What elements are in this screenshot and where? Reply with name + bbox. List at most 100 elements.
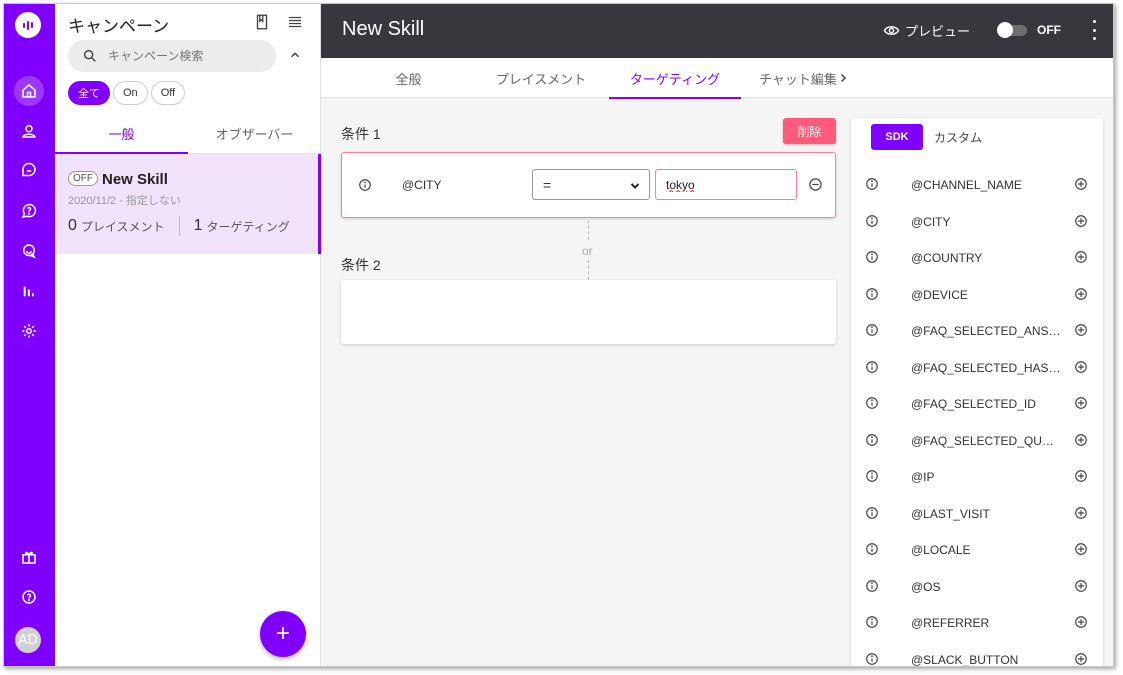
variable-row[interactable]: @LOCALE xyxy=(851,532,1103,568)
variable-row[interactable]: @CHANNEL_NAME xyxy=(851,167,1103,203)
variable-row[interactable]: @DEVICE xyxy=(851,277,1103,313)
chat-icon[interactable] xyxy=(16,158,42,184)
chevron-up-icon[interactable] xyxy=(288,48,302,62)
variable-row[interactable]: @FAQ_SELECTED_ANSW... xyxy=(851,313,1103,349)
variable-row[interactable]: @FAQ_SELECTED_ID xyxy=(851,386,1103,422)
filter-off[interactable]: Off xyxy=(150,81,186,105)
tab-overview[interactable]: 全般 xyxy=(361,58,456,98)
placements-label: プレイスメント xyxy=(80,219,165,234)
tab-observer[interactable]: オブザーバー xyxy=(188,114,321,153)
operator-select[interactable]: = xyxy=(532,169,650,200)
add-variable-icon[interactable] xyxy=(1074,360,1088,374)
info-icon[interactable] xyxy=(865,287,879,301)
chevron-right-icon[interactable] xyxy=(837,72,849,84)
tab-sdk[interactable]: SDK xyxy=(871,124,923,150)
add-variable-icon[interactable] xyxy=(1074,652,1088,666)
info-icon[interactable] xyxy=(865,177,879,191)
info-icon[interactable] xyxy=(865,214,879,228)
campaign-tabs: 一般 オブザーバー xyxy=(55,114,321,154)
more-menu-icon[interactable] xyxy=(1091,20,1097,40)
info-icon[interactable] xyxy=(865,652,879,666)
variable-row[interactable]: @COUNTRY xyxy=(851,240,1103,276)
condition-1-row: @CITY = xyxy=(341,152,836,218)
campaign-card[interactable]: OFF New Skill 2020/11/2 - 指定しない 0 プレイスメン… xyxy=(55,154,321,254)
variable-row[interactable]: @OS xyxy=(851,569,1103,605)
filter-all[interactable]: 全て xyxy=(68,81,110,105)
info-icon[interactable] xyxy=(865,615,879,629)
info-icon[interactable] xyxy=(865,360,879,374)
top-bar: New Skill プレビュー OFF xyxy=(321,4,1113,58)
tab-targeting[interactable]: ターゲティング xyxy=(609,58,741,99)
add-variable-icon[interactable] xyxy=(1074,615,1088,629)
variable-name: @OS xyxy=(911,579,941,594)
condition-2-dropzone[interactable] xyxy=(341,280,836,344)
add-variable-icon[interactable] xyxy=(1074,506,1088,520)
add-variable-icon[interactable] xyxy=(1074,579,1088,593)
tab-chat-edit[interactable]: チャット編集 xyxy=(753,58,843,98)
campaign-name: New Skill xyxy=(102,171,168,188)
app-window: AD キャンペーン 全て On Off 一般 オブザーバー OFF New Sk… xyxy=(3,3,1114,667)
variable-row[interactable]: @SLACK_BUTTON xyxy=(851,642,1103,666)
variable-row[interactable]: @FAQ_SELECTED_QUEST... xyxy=(851,423,1103,459)
info-icon[interactable] xyxy=(865,433,879,447)
add-variable-icon[interactable] xyxy=(1074,433,1088,447)
settings-icon[interactable] xyxy=(16,318,42,344)
add-variable-icon[interactable] xyxy=(1074,542,1088,556)
add-variable-icon[interactable] xyxy=(1074,469,1088,483)
condition-variable: @CITY xyxy=(402,178,442,192)
tab-custom[interactable]: カスタム xyxy=(934,129,982,146)
info-icon[interactable] xyxy=(358,178,372,192)
add-variable-icon[interactable] xyxy=(1074,396,1088,410)
campaign-list-panel: キャンペーン 全て On Off 一般 オブザーバー OFF New Skill… xyxy=(55,4,321,666)
campaign-search[interactable] xyxy=(68,40,276,72)
variable-row[interactable]: @REFERRER xyxy=(851,605,1103,641)
home-icon[interactable] xyxy=(14,76,44,106)
variable-row[interactable]: @CITY xyxy=(851,204,1103,240)
condition-value-input[interactable] xyxy=(655,169,797,200)
add-variable-icon[interactable] xyxy=(1074,323,1088,337)
list-view-icon[interactable] xyxy=(286,13,304,31)
message-icon[interactable] xyxy=(16,238,42,264)
campaign-toggle[interactable] xyxy=(997,22,1027,38)
add-variable-icon[interactable] xyxy=(1074,250,1088,264)
user-icon[interactable] xyxy=(16,118,42,144)
app-logo-icon[interactable] xyxy=(15,12,41,38)
info-icon[interactable] xyxy=(865,542,879,556)
avatar[interactable]: AD xyxy=(15,627,41,653)
variable-name: @CITY xyxy=(911,214,951,229)
book-icon[interactable] xyxy=(253,13,271,31)
tab-general[interactable]: 一般 xyxy=(55,114,188,154)
variable-name: @COUNTRY xyxy=(911,251,983,265)
or-connector-bottom xyxy=(588,260,589,280)
add-variable-icon[interactable] xyxy=(1074,177,1088,191)
info-icon[interactable] xyxy=(865,469,879,483)
remove-condition-icon[interactable] xyxy=(808,177,823,192)
info-icon[interactable] xyxy=(865,396,879,410)
help-icon[interactable] xyxy=(16,584,42,610)
variable-name: @FAQ_SELECTED_HASHT... xyxy=(911,360,1061,375)
variable-name: @FAQ_SELECTED_ID xyxy=(911,397,1036,411)
delete-button[interactable]: 削除 xyxy=(783,118,836,144)
info-icon[interactable] xyxy=(865,506,879,520)
info-icon[interactable] xyxy=(865,323,879,337)
variable-row[interactable]: @IP xyxy=(851,459,1103,495)
gift-icon[interactable] xyxy=(16,544,42,570)
preview-button[interactable]: プレビュー xyxy=(883,21,970,40)
analytics-icon[interactable] xyxy=(16,278,42,304)
or-connector-top xyxy=(588,220,589,240)
help-chat-icon[interactable] xyxy=(16,198,42,224)
targeting-count: 1 xyxy=(193,217,203,234)
variable-row[interactable]: @FAQ_SELECTED_HASHT... xyxy=(851,350,1103,386)
operator-value: = xyxy=(543,176,552,193)
variable-name: @REFERRER xyxy=(911,616,990,630)
add-variable-icon[interactable] xyxy=(1074,214,1088,228)
add-campaign-button[interactable]: + xyxy=(260,611,306,657)
filter-on[interactable]: On xyxy=(113,81,148,105)
info-icon[interactable] xyxy=(865,579,879,593)
toggle-state-label: OFF xyxy=(1037,23,1061,37)
info-icon[interactable] xyxy=(865,250,879,264)
tab-placement[interactable]: プレイスメント xyxy=(481,58,601,98)
add-variable-icon[interactable] xyxy=(1074,287,1088,301)
search-input[interactable] xyxy=(108,49,258,63)
variable-row[interactable]: @LAST_VISIT xyxy=(851,496,1103,532)
